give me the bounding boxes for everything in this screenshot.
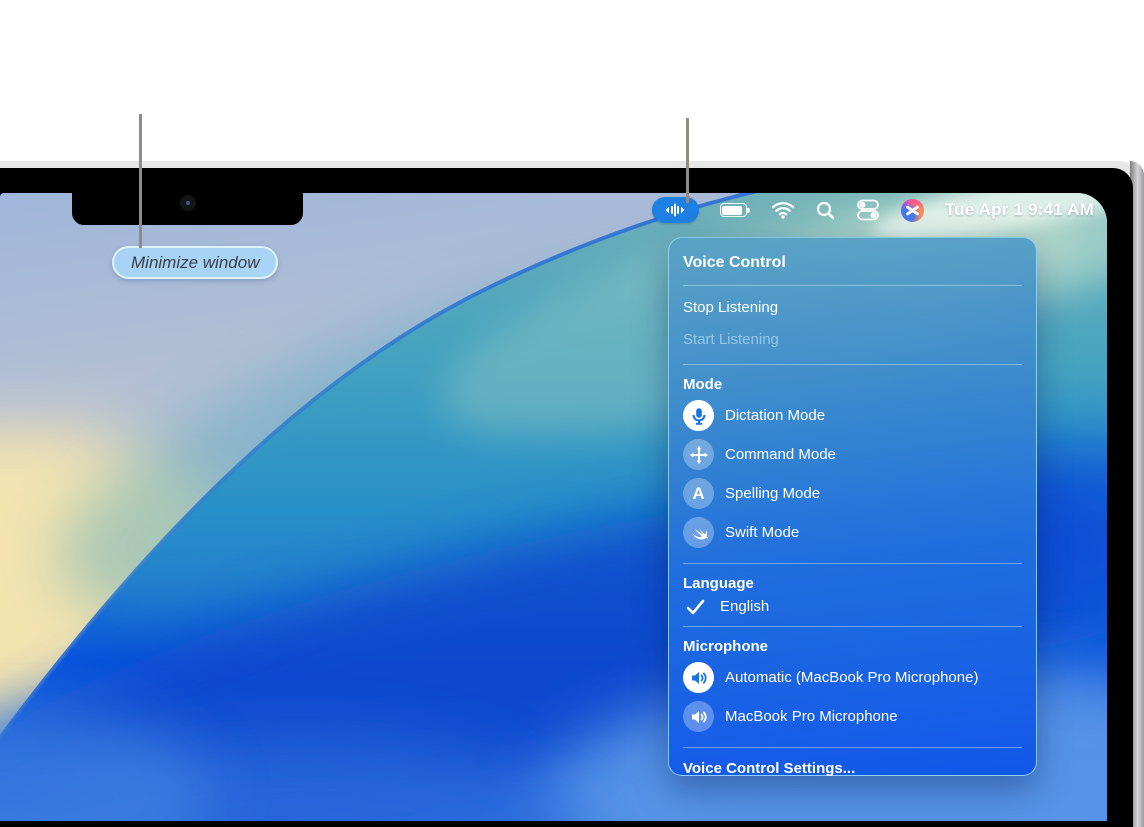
voice-control-menu: Voice Control Stop Listening Start Liste… [668, 237, 1037, 777]
move-arrows-icon [683, 439, 714, 470]
microphone-icon [683, 400, 714, 431]
siri-icon[interactable] [900, 198, 924, 222]
swift-bird-icon [683, 517, 714, 548]
section-header-language: Language [683, 575, 754, 592]
menu-item-label: Command Mode [725, 446, 836, 463]
control-center-icon[interactable] [856, 199, 880, 221]
voice-control-icon [665, 203, 685, 217]
menu-item-dictation-mode[interactable]: Dictation Mode [683, 396, 1022, 435]
desktop-screen: Tue Apr 1 9:41 AM Minimize window Voice … [0, 193, 1107, 821]
callout-line-left [139, 114, 142, 248]
minimize-window-tooltip: Minimize window [112, 246, 279, 279]
callout-line-right [686, 118, 689, 203]
wifi-icon[interactable] [771, 201, 795, 219]
laptop-frame: Tue Apr 1 9:41 AM Minimize window Voice … [0, 161, 1144, 827]
checkmark-icon [683, 599, 707, 615]
letter-a-icon: A [683, 478, 714, 509]
menu-item-voice-control-settings[interactable]: Voice Control Settings... [683, 756, 1022, 782]
divider [683, 364, 1022, 365]
menu-item-label: Swift Mode [725, 524, 800, 541]
divider [683, 626, 1022, 627]
voice-control-menu-extra[interactable] [651, 197, 699, 223]
spotlight-icon[interactable] [816, 201, 835, 220]
voice-control-menu-title: Voice Control [683, 254, 786, 271]
section-header-mode: Mode [683, 376, 723, 393]
menu-item-label: MacBook Pro Microphone [725, 708, 898, 725]
menu-item-spelling-mode[interactable]: A Spelling Mode [683, 474, 1022, 513]
divider [683, 563, 1022, 564]
menu-item-command-mode[interactable]: Command Mode [683, 435, 1022, 474]
menu-item-label: Automatic (MacBook Pro Microphone) [725, 669, 979, 686]
divider [683, 747, 1022, 748]
speaker-icon [683, 662, 714, 693]
minimize-window-tooltip-label: Minimize window [131, 252, 260, 272]
menu-item-macbook-pro-microphone[interactable]: MacBook Pro Microphone [683, 697, 1022, 736]
section-header-microphone: Microphone [683, 638, 768, 655]
menu-item-start-listening: Start Listening [683, 331, 779, 348]
menu-item-label: Dictation Mode [725, 407, 826, 424]
divider [683, 285, 1022, 286]
help-figure: Tue Apr 1 9:41 AM Minimize window Voice … [0, 0, 1144, 827]
menu-item-english[interactable]: English [683, 598, 1022, 615]
menu-item-swift-mode[interactable]: Swift Mode [683, 513, 1022, 552]
menu-item-automatic-microphone[interactable]: Automatic (MacBook Pro Microphone) [683, 658, 1022, 697]
menu-bar: Tue Apr 1 9:41 AM [0, 193, 1107, 227]
speaker-icon [683, 701, 714, 732]
menu-item-stop-listening[interactable]: Stop Listening [683, 294, 1022, 321]
menu-bar-clock[interactable]: Tue Apr 1 9:41 AM [945, 200, 1094, 220]
menu-item-label: Spelling Mode [725, 485, 821, 502]
menu-bar-status-items: Tue Apr 1 9:41 AM [651, 193, 1094, 227]
menu-item-label: English [720, 598, 770, 615]
battery-icon[interactable] [719, 203, 750, 217]
